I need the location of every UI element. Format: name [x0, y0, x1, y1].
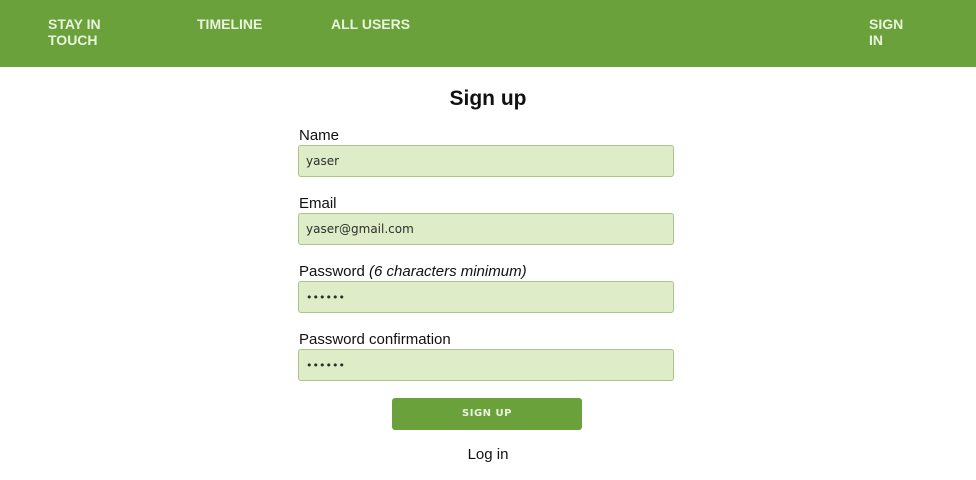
password-field[interactable]	[298, 281, 674, 313]
nav-timeline-link[interactable]: TIMELINE	[197, 16, 262, 32]
name-label: Name	[299, 127, 340, 144]
password-confirmation-field[interactable]	[298, 349, 674, 381]
login-link[interactable]: Log in	[468, 446, 509, 463]
password-confirmation-label: Password confirmation	[299, 331, 451, 348]
top-nav-bar: STAY IN TOUCH TIMELINE ALL USERS SIGN IN	[0, 0, 976, 67]
email-field[interactable]	[298, 213, 674, 245]
password-label-text: Password	[299, 263, 365, 280]
login-link-row: Log in	[0, 446, 976, 464]
email-label: Email	[299, 195, 337, 212]
nav-all-users-link[interactable]: ALL USERS	[331, 16, 410, 32]
brand-link[interactable]: STAY IN TOUCH	[48, 16, 128, 48]
sign-up-button[interactable]: SIGN UP	[392, 398, 582, 430]
password-hint: (6 characters minimum)	[369, 263, 527, 280]
nav-sign-in-link[interactable]: SIGN IN	[869, 16, 919, 48]
name-field[interactable]	[298, 145, 674, 177]
password-label: Password (6 characters minimum)	[299, 263, 527, 281]
page-title: Sign up	[449, 87, 527, 110]
